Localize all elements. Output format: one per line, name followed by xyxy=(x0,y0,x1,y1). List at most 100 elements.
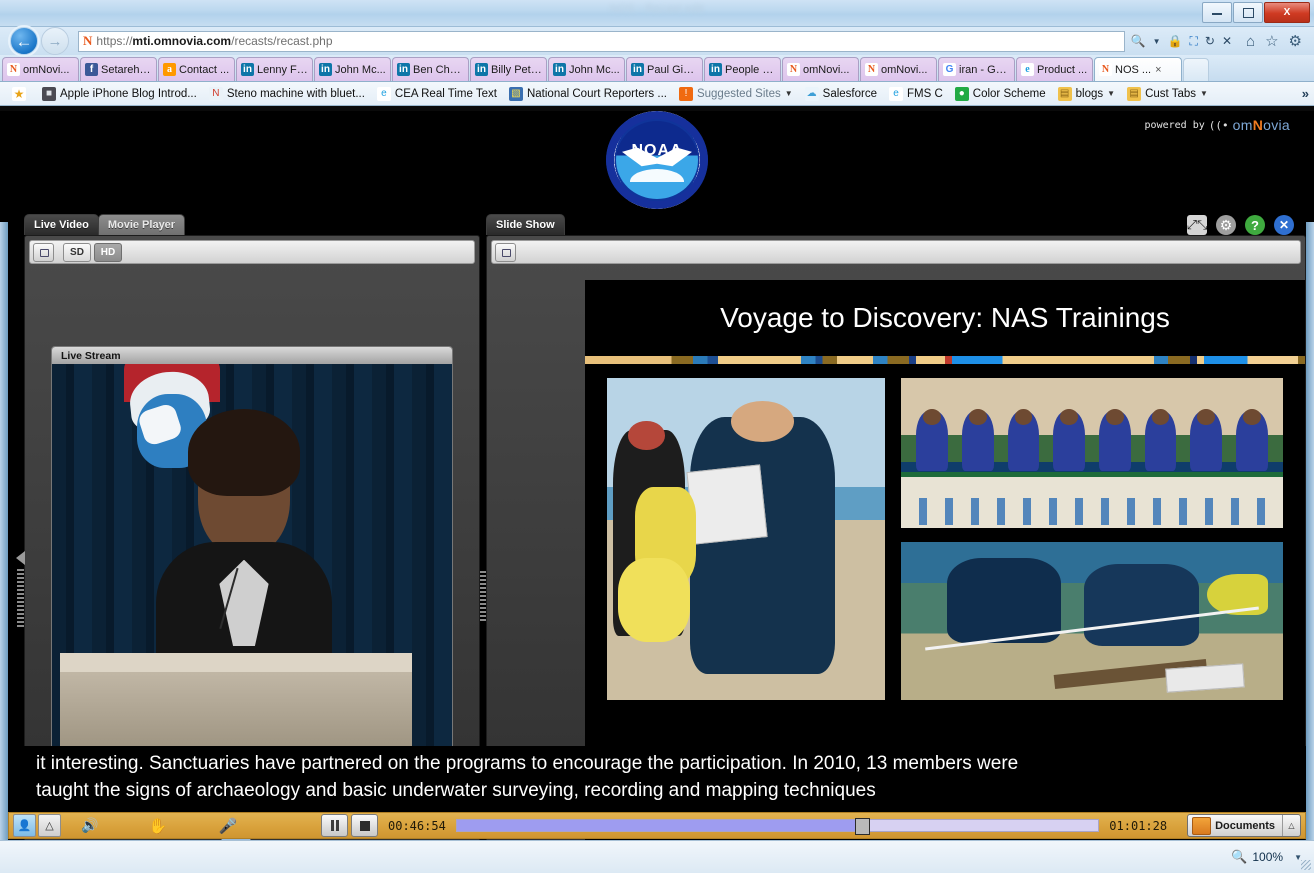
address-bar[interactable]: N https://mti.omnovia.com/recasts/recast… xyxy=(78,30,1125,52)
bookmark-item[interactable]: e CEA Real Time Text xyxy=(376,86,497,101)
folder-icon: ▤ xyxy=(1057,86,1072,101)
resize-grip[interactable] xyxy=(1301,860,1311,870)
documents-button[interactable]: Documents △ xyxy=(1187,814,1301,837)
omnovia-logo: omNovia xyxy=(1232,117,1290,133)
favorites-star-icon[interactable]: ☆ xyxy=(1265,32,1278,50)
bookmark-label: National Court Reporters ... xyxy=(526,87,667,100)
bookmark-item[interactable]: ● Color Scheme xyxy=(954,86,1046,101)
bookmark-item[interactable]: ☁ Salesforce xyxy=(804,86,877,101)
web-page-content: powered by ((• omNovia NOAA ⤢⤡ ⚙ ? ✕ Liv… xyxy=(0,111,1314,873)
device-icon: ■ xyxy=(42,86,56,101)
zoom-control[interactable]: 🔍 100% ▼ xyxy=(1231,849,1302,865)
bookmark-item[interactable]: N Steno machine with bluet... xyxy=(208,86,365,101)
bookmark-item[interactable]: ! Suggested Sites ▼ xyxy=(678,86,793,101)
close-window-button[interactable]: X xyxy=(1264,2,1310,23)
favorites-bar: ★ ■ Apple iPhone Blog Introd... N Steno mac… xyxy=(0,82,1314,106)
refresh-icon[interactable]: ↻ xyxy=(1205,34,1215,48)
browser-tab[interactable]: Giran - Go... xyxy=(938,57,1015,81)
bookmark-item[interactable]: ▤ Cust Tabs ▼ xyxy=(1127,86,1208,101)
documents-icon xyxy=(1192,816,1212,835)
cloud-icon: ☁ xyxy=(804,86,819,101)
omnovia-n-icon: N xyxy=(865,63,878,76)
browser-tab[interactable]: in Lenny Fe... xyxy=(236,57,313,81)
maximize-button[interactable] xyxy=(1233,2,1263,23)
browser-tab[interactable]: in Ben Cho... xyxy=(392,57,469,81)
help-icon[interactable]: ? xyxy=(1245,215,1265,235)
browser-tab[interactable]: a Contact ... xyxy=(158,57,235,81)
documents-caret[interactable]: △ xyxy=(1282,815,1300,836)
settings-gear-icon[interactable]: ⚙ xyxy=(1216,215,1236,235)
color-wheel-icon: ● xyxy=(954,86,969,101)
seek-thumb[interactable] xyxy=(854,818,870,835)
browser-tool-icons: ⌂ ☆ ⚙ xyxy=(1238,32,1310,51)
bookmark-item[interactable]: ▧ National Court Reporters ... xyxy=(508,86,667,101)
browser-tab-label: Contact ... xyxy=(179,63,230,76)
hd-quality-button[interactable]: HD xyxy=(94,242,122,262)
bookmark-item[interactable]: ▤ blogs ▼ xyxy=(1057,86,1115,101)
chevron-down-icon[interactable]: ▼ xyxy=(785,89,793,98)
browser-tab[interactable]: N NOS ... × xyxy=(1094,57,1182,81)
new-tab-button[interactable] xyxy=(1183,58,1209,81)
bookmark-label: Steno machine with bluet... xyxy=(226,87,365,100)
microphone-icon[interactable]: 🎤 xyxy=(213,815,243,837)
navigation-bar: ← → N https://mti.omnovia.com/recasts/re… xyxy=(0,27,1314,55)
browser-tab[interactable]: in John Mc... xyxy=(548,57,625,81)
live-stream-video[interactable] xyxy=(52,364,452,755)
back-button[interactable]: ← xyxy=(10,27,38,55)
expand-icon[interactable] xyxy=(495,242,516,262)
attendee-icon[interactable]: 👤 xyxy=(13,814,36,837)
browser-tab[interactable]: in Billy Pete... xyxy=(470,57,547,81)
search-icon[interactable]: 🔍 xyxy=(1131,34,1146,48)
minimize-button[interactable] xyxy=(1202,2,1232,23)
video-panel-tabs: Live Video Movie Player xyxy=(24,214,186,235)
stop-icon[interactable]: ✕ xyxy=(1222,34,1232,48)
bookmark-item[interactable]: ■ Apple iPhone Blog Introd... xyxy=(42,86,197,101)
favorites-star-button[interactable]: ★ xyxy=(12,86,30,101)
forward-button[interactable]: → xyxy=(41,27,69,55)
browser-tab-label: Ben Cho... xyxy=(413,63,464,76)
browser-tab[interactable]: NomNovi... xyxy=(2,57,79,81)
stage-controls: ⤢⤡ ⚙ ? ✕ xyxy=(1187,215,1294,235)
seek-bar[interactable] xyxy=(455,818,1100,835)
favorites-overflow-chevron[interactable]: » xyxy=(1302,86,1309,101)
browser-tab-label: omNovi... xyxy=(881,63,928,76)
compatibility-view-icon[interactable]: ⛶ xyxy=(1190,34,1198,49)
browser-tab[interactable]: in John Mc... xyxy=(314,57,391,81)
browser-tab[interactable]: NomNovi... xyxy=(860,57,937,81)
slide-panel-tabs: Slide Show xyxy=(486,214,565,235)
tab-live-video[interactable]: Live Video xyxy=(24,214,99,235)
left-scroll-handle[interactable] xyxy=(16,551,25,641)
speaker-icon[interactable]: 🔊 xyxy=(75,815,105,837)
total-time: 01:01:28 xyxy=(1109,818,1168,833)
gear-icon[interactable]: ⚙ xyxy=(1289,32,1302,50)
close-icon[interactable]: ✕ xyxy=(1274,215,1294,235)
attendee-dropdown-caret[interactable]: △ xyxy=(38,814,61,837)
closed-caption-area: it interesting. Sanctuaries have partner… xyxy=(8,746,1306,812)
tab-close-icon[interactable]: × xyxy=(1155,64,1161,76)
chevron-down-icon[interactable]: ▼ xyxy=(1107,89,1115,98)
bookmark-item[interactable]: e FMS C xyxy=(889,86,943,101)
home-icon[interactable]: ⌂ xyxy=(1246,33,1255,50)
stop-button[interactable] xyxy=(351,814,378,837)
raise-hand-icon[interactable]: ✋ xyxy=(143,815,173,837)
fullscreen-icon[interactable]: ⤢⤡ xyxy=(1187,215,1207,235)
chevron-down-icon[interactable]: ▼ xyxy=(1153,37,1161,46)
browser-tab[interactable]: in Paul Gib... xyxy=(626,57,703,81)
browser-tab[interactable]: f Setareh-... xyxy=(80,57,157,81)
bookmark-label: Apple iPhone Blog Introd... xyxy=(60,87,197,100)
browser-tab[interactable]: in People S... xyxy=(704,57,781,81)
pause-button[interactable] xyxy=(321,814,348,837)
live-stream-window: Live Stream xyxy=(51,346,453,756)
powered-by-omnovia: powered by ((• omNovia xyxy=(1145,117,1290,133)
browser-tab[interactable]: e Product ... xyxy=(1016,57,1093,81)
expand-icon[interactable] xyxy=(33,242,54,262)
chevron-down-icon[interactable]: ▼ xyxy=(1200,89,1208,98)
tab-slide-show[interactable]: Slide Show xyxy=(486,214,565,235)
omnovia-app-stage: powered by ((• omNovia NOAA ⤢⤡ ⚙ ? ✕ Liv… xyxy=(8,111,1306,845)
tab-movie-player[interactable]: Movie Player xyxy=(97,214,186,235)
omnovia-n-icon: N xyxy=(1099,63,1112,76)
sd-quality-button[interactable]: SD xyxy=(63,242,91,262)
browser-tab-label: omNovi... xyxy=(803,63,850,76)
suggested-sites-icon: ! xyxy=(678,86,693,101)
browser-tab[interactable]: NomNovi... xyxy=(782,57,859,81)
